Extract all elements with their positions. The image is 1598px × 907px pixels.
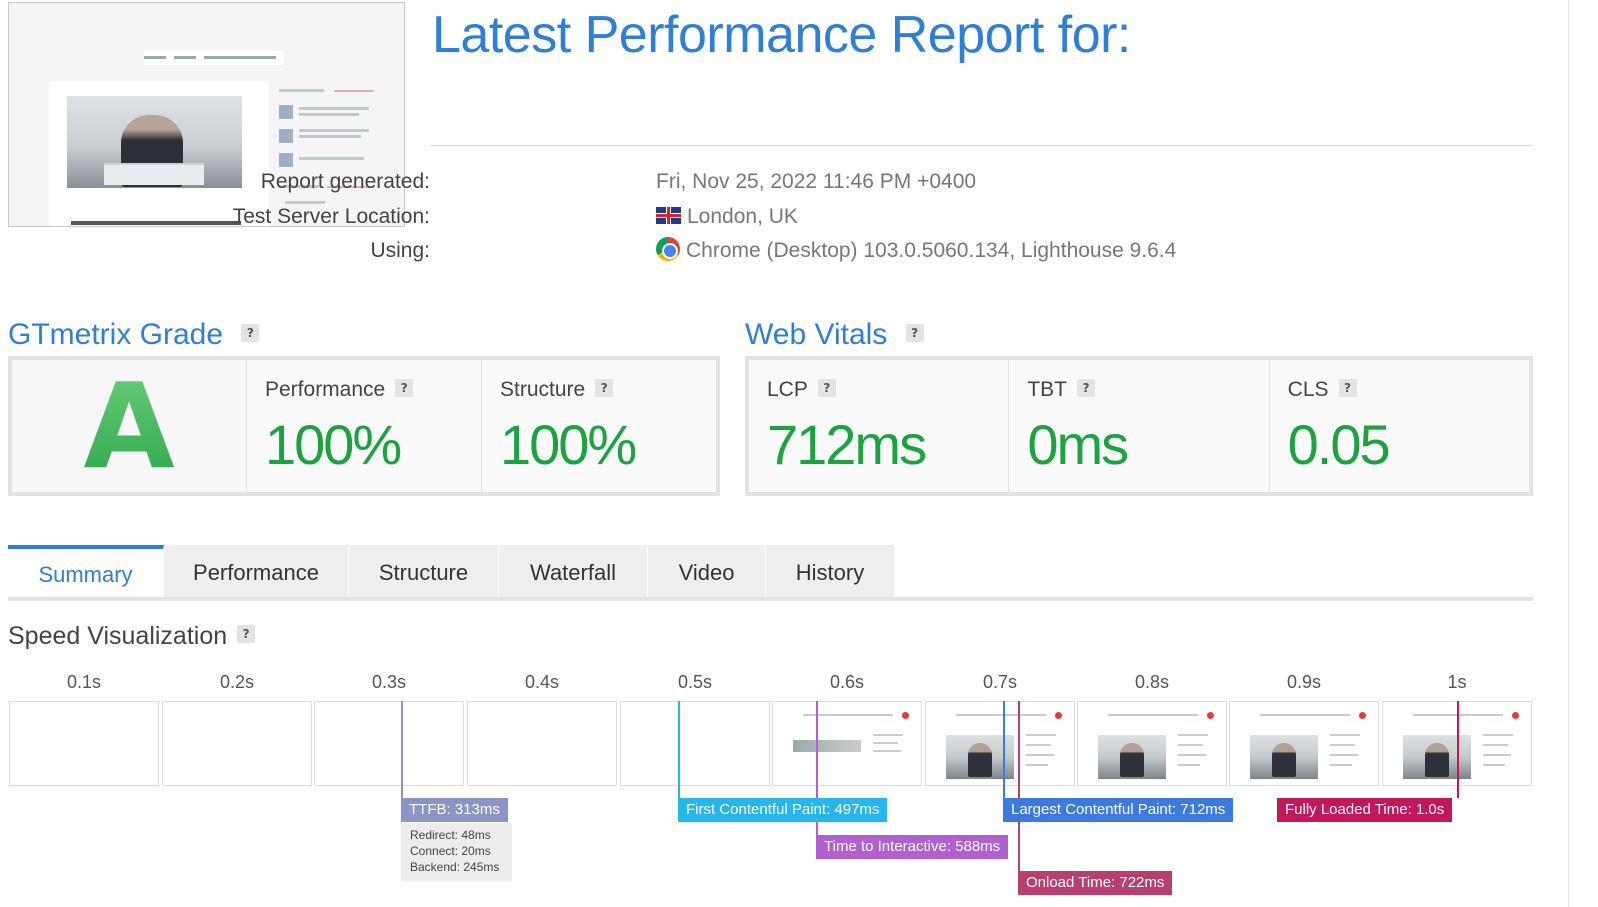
onload-marker-label: Onload Time: 722ms xyxy=(1018,871,1173,895)
report-generated-value: Fri, Nov 25, 2022 11:46 PM +0400 xyxy=(656,170,977,193)
timeline-tick: 0.2s xyxy=(219,672,255,692)
speed-visualization-title: Speed Visualization xyxy=(8,622,228,650)
fully-loaded-marker-label: Fully Loaded Time: 1.0s xyxy=(1277,798,1453,822)
tab-waterfall[interactable]: Waterfall xyxy=(499,545,648,601)
thumb-nav xyxy=(144,51,284,65)
lcp-marker-label: Largest Contentful Paint: 712ms xyxy=(1003,798,1234,822)
ttfb-backend: Backend: 245ms xyxy=(410,860,500,874)
tti-marker-label: Time to Interactive: 588ms xyxy=(816,835,1009,859)
tbt-label: TBT xyxy=(1027,378,1067,401)
structure-help-icon[interactable]: ? xyxy=(595,379,614,398)
grade-help-icon[interactable]: ? xyxy=(241,324,260,343)
timeline-tick: 0.6s xyxy=(829,672,865,692)
filmstrip-frame[interactable] xyxy=(620,701,770,786)
gtmetrix-grade-panel: A Performance? 100% Structure? 100% xyxy=(8,356,720,496)
timeline-tick: 0.1s xyxy=(66,672,102,692)
filmstrip-frame[interactable] xyxy=(1077,701,1227,786)
page-title: Latest Performance Report for: xyxy=(432,6,1131,64)
cls-label: CLS xyxy=(1287,378,1329,401)
grade-letter-cell: A xyxy=(12,357,247,495)
tab-performance[interactable]: Performance xyxy=(164,545,349,601)
structure-score-cell: Structure? 100% xyxy=(482,360,716,492)
using-value: Chrome (Desktop) 103.0.5060.134, Lightho… xyxy=(686,239,1177,262)
tbt-cell: TBT? 0ms xyxy=(1009,360,1270,492)
web-vitals-panel: LCP? 712ms TBT? 0ms CLS? 0.05 xyxy=(745,356,1533,496)
timeline-tick: 0.8s xyxy=(1134,672,1170,692)
performance-score-value: 100% xyxy=(265,413,402,476)
title-divider xyxy=(430,145,1533,146)
tab-structure[interactable]: Structure xyxy=(349,545,499,601)
server-location-value: London, UK xyxy=(687,205,798,228)
onload-marker-line xyxy=(1018,701,1020,871)
performance-score-cell: Performance? 100% xyxy=(247,360,482,492)
report-tabs: Summary Performance Structure Waterfall … xyxy=(8,545,895,601)
ttfb-connect: Connect: 20ms xyxy=(410,844,491,858)
cls-help-icon[interactable]: ? xyxy=(1338,379,1357,398)
performance-help-icon[interactable]: ? xyxy=(395,379,414,398)
web-vitals-heading: Web Vitals ? xyxy=(745,318,924,352)
gtmetrix-grade-title: GTmetrix Grade xyxy=(8,318,224,351)
filmstrip-frame[interactable] xyxy=(467,701,617,786)
server-location-label: Test Server Location: xyxy=(232,205,430,228)
timeline-tick: 0.5s xyxy=(677,672,713,692)
lcp-label: LCP xyxy=(767,378,808,401)
thumb-papers xyxy=(104,163,204,185)
using-label: Using: xyxy=(370,239,430,262)
timeline-tick: 0.9s xyxy=(1286,672,1322,692)
tbt-help-icon[interactable]: ? xyxy=(1077,379,1095,398)
tab-video[interactable]: Video xyxy=(648,545,766,601)
filmstrip-frame[interactable] xyxy=(1229,701,1379,786)
fcp-marker-line xyxy=(678,701,680,798)
lcp-value: 712ms xyxy=(767,413,927,476)
speed-help-icon[interactable]: ? xyxy=(237,625,256,644)
vitals-help-icon[interactable]: ? xyxy=(905,324,924,343)
timeline-tick: 1s xyxy=(1447,672,1467,692)
grade-letter: A xyxy=(83,357,175,495)
filmstrip-frame[interactable] xyxy=(772,701,922,786)
filmstrip-frame[interactable] xyxy=(314,701,464,786)
using: Chrome (Desktop) 103.0.5060.134, Lightho… xyxy=(656,237,1177,263)
fully-loaded-marker-line xyxy=(1457,701,1459,798)
cls-cell: CLS? 0.05 xyxy=(1270,360,1529,492)
web-vitals-title: Web Vitals xyxy=(745,318,888,351)
lcp-cell: LCP? 712ms xyxy=(749,360,1010,492)
ttfb-marker-label: TTFB: 313ms xyxy=(401,798,508,822)
structure-score-value: 100% xyxy=(500,413,637,476)
tab-history[interactable]: History xyxy=(766,545,895,601)
page-scrollbar[interactable] xyxy=(1568,0,1598,907)
structure-score-label: Structure xyxy=(500,378,586,401)
thumb-caption xyxy=(71,221,241,225)
filmstrip-frame[interactable] xyxy=(9,701,159,786)
ttfb-redirect: Redirect: 48ms xyxy=(410,828,491,842)
chrome-icon xyxy=(656,237,680,262)
timeline-tick: 0.3s xyxy=(371,672,407,692)
speed-visualization-heading: Speed Visualization? xyxy=(8,622,256,651)
ttfb-breakdown: Redirect: 48ms Connect: 20ms Backend: 24… xyxy=(401,823,512,881)
report-generated-label: Report generated: xyxy=(260,170,430,193)
tab-summary[interactable]: Summary xyxy=(8,545,164,601)
uk-flag-icon xyxy=(656,206,681,224)
filmstrip-frame[interactable] xyxy=(162,701,312,786)
fcp-marker-label: First Contentful Paint: 497ms xyxy=(678,798,888,822)
tabs-underline xyxy=(8,597,1533,601)
server-location: London, UK xyxy=(656,205,798,229)
performance-score-label: Performance xyxy=(265,378,386,401)
tbt-value: 0ms xyxy=(1027,413,1129,476)
lcp-marker-line xyxy=(1003,701,1005,798)
timeline-tick: 0.4s xyxy=(524,672,560,692)
gtmetrix-grade-heading: GTmetrix Grade ? xyxy=(8,318,260,352)
timeline-tick: 0.7s xyxy=(982,672,1018,692)
cls-value: 0.05 xyxy=(1287,413,1391,476)
ttfb-marker-line xyxy=(401,701,403,798)
lcp-help-icon[interactable]: ? xyxy=(817,379,836,398)
filmstrip-frame[interactable] xyxy=(925,701,1075,786)
